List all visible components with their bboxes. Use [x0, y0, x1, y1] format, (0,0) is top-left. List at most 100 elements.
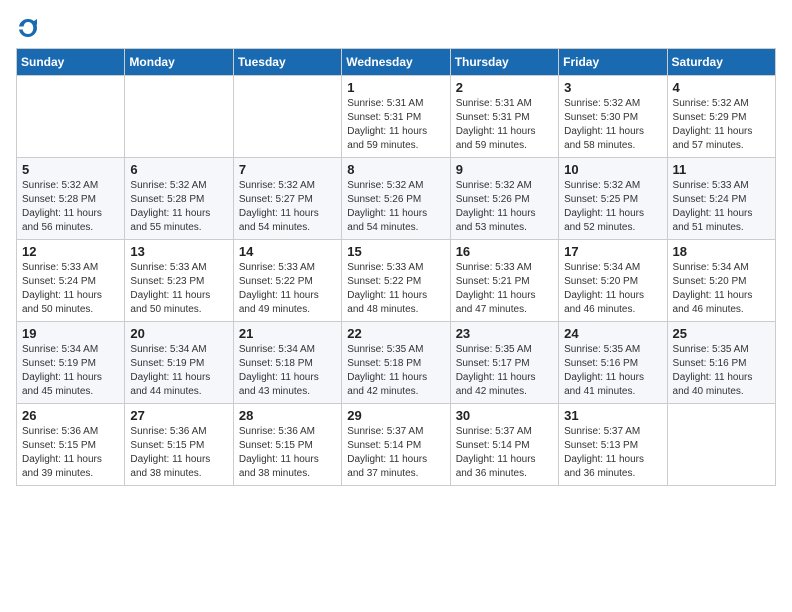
- calendar-cell: [17, 76, 125, 158]
- day-info: Sunrise: 5:34 AM Sunset: 5:18 PM Dayligh…: [239, 343, 336, 399]
- day-number: 22: [347, 326, 444, 341]
- calendar-table: SundayMondayTuesdayWednesdayThursdayFrid…: [16, 48, 776, 486]
- logo: [16, 16, 44, 40]
- day-info: Sunrise: 5:35 AM Sunset: 5:16 PM Dayligh…: [673, 343, 770, 399]
- day-number: 26: [22, 408, 119, 423]
- logo-icon: [16, 16, 40, 40]
- day-info: Sunrise: 5:35 AM Sunset: 5:18 PM Dayligh…: [347, 343, 444, 399]
- day-info: Sunrise: 5:36 AM Sunset: 5:15 PM Dayligh…: [239, 425, 336, 481]
- calendar-cell: 16Sunrise: 5:33 AM Sunset: 5:21 PM Dayli…: [450, 240, 558, 322]
- day-number: 9: [456, 162, 553, 177]
- col-header-sunday: Sunday: [17, 49, 125, 76]
- calendar-cell: 24 Sunrise: 5:35 AM Sunset: 5:16 PM Dayli…: [559, 322, 667, 404]
- calendar-cell: 13 Sunrise: 5:33 AM Sunset: 5:23 PM Dayli…: [125, 240, 233, 322]
- day-number: 13: [130, 244, 227, 259]
- day-info: Sunrise: 5:34 AM Sunset: 5:19 PM Dayligh…: [22, 343, 119, 399]
- day-info: Sunrise: 5:32 AM Sunset: 5:28 PM Dayligh…: [22, 179, 119, 235]
- day-info: Sunrise: 5:33 AM Sunset: 5:22 PM Dayligh…: [347, 261, 444, 317]
- day-number: 3: [564, 80, 661, 95]
- calendar-cell: 15 Sunrise: 5:33 AM Sunset: 5:22 PM Dayli…: [342, 240, 450, 322]
- calendar-cell: 12Sunrise: 5:33 AM Sunset: 5:24 PM Dayli…: [17, 240, 125, 322]
- day-number: 21: [239, 326, 336, 341]
- calendar-cell: 3 Sunrise: 5:32 AM Sunset: 5:30 PM Daylig…: [559, 76, 667, 158]
- calendar-cell: 31 Sunrise: 5:37 AM Sunset: 5:13 PM Dayli…: [559, 404, 667, 486]
- day-number: 2: [456, 80, 553, 95]
- header-row: SundayMondayTuesdayWednesdayThursdayFrid…: [17, 49, 776, 76]
- day-number: 18: [673, 244, 770, 259]
- calendar-cell: [233, 76, 341, 158]
- day-info: Sunrise: 5:33 AM Sunset: 5:24 PM Dayligh…: [22, 261, 119, 317]
- day-info: Sunrise: 5:37 AM Sunset: 5:14 PM Dayligh…: [456, 425, 553, 481]
- calendar-cell: 28 Sunrise: 5:36 AM Sunset: 5:15 PM Dayli…: [233, 404, 341, 486]
- day-number: 14: [239, 244, 336, 259]
- calendar-cell: 6 Sunrise: 5:32 AM Sunset: 5:28 PM Daylig…: [125, 158, 233, 240]
- calendar-cell: 7Sunrise: 5:32 AM Sunset: 5:27 PM Daylig…: [233, 158, 341, 240]
- day-info: Sunrise: 5:36 AM Sunset: 5:15 PM Dayligh…: [22, 425, 119, 481]
- calendar-cell: 1 Sunrise: 5:31 AM Sunset: 5:31 PM Daylig…: [342, 76, 450, 158]
- day-number: 28: [239, 408, 336, 423]
- col-header-wednesday: Wednesday: [342, 49, 450, 76]
- calendar-cell: 27 Sunrise: 5:36 AM Sunset: 5:15 PM Dayli…: [125, 404, 233, 486]
- calendar-cell: 29 Sunrise: 5:37 AM Sunset: 5:14 PM Dayli…: [342, 404, 450, 486]
- day-info: Sunrise: 5:35 AM Sunset: 5:16 PM Dayligh…: [564, 343, 661, 399]
- day-info: Sunrise: 5:32 AM Sunset: 5:26 PM Dayligh…: [347, 179, 444, 235]
- day-info: Sunrise: 5:34 AM Sunset: 5:19 PM Dayligh…: [130, 343, 227, 399]
- calendar-cell: 5Sunrise: 5:32 AM Sunset: 5:28 PM Daylig…: [17, 158, 125, 240]
- week-row-5: 26 Sunrise: 5:36 AM Sunset: 5:15 PM Dayli…: [17, 404, 776, 486]
- calendar-cell: 30 Sunrise: 5:37 AM Sunset: 5:14 PM Dayli…: [450, 404, 558, 486]
- day-info: Sunrise: 5:37 AM Sunset: 5:14 PM Dayligh…: [347, 425, 444, 481]
- day-info: Sunrise: 5:34 AM Sunset: 5:20 PM Dayligh…: [564, 261, 661, 317]
- day-number: 30: [456, 408, 553, 423]
- day-info: Sunrise: 5:33 AM Sunset: 5:21 PM Dayligh…: [456, 261, 553, 317]
- calendar-cell: 25 Sunrise: 5:35 AM Sunset: 5:16 PM Dayli…: [667, 322, 775, 404]
- calendar-cell: 10Sunrise: 5:32 AM Sunset: 5:25 PM Dayli…: [559, 158, 667, 240]
- day-number: 1: [347, 80, 444, 95]
- day-number: 24: [564, 326, 661, 341]
- calendar-cell: 9 Sunrise: 5:32 AM Sunset: 5:26 PM Daylig…: [450, 158, 558, 240]
- day-number: 17: [564, 244, 661, 259]
- day-number: 10: [564, 162, 661, 177]
- day-number: 31: [564, 408, 661, 423]
- day-number: 15: [347, 244, 444, 259]
- day-number: 19: [22, 326, 119, 341]
- calendar-cell: 26 Sunrise: 5:36 AM Sunset: 5:15 PM Dayli…: [17, 404, 125, 486]
- day-number: 4: [673, 80, 770, 95]
- day-info: Sunrise: 5:32 AM Sunset: 5:29 PM Dayligh…: [673, 97, 770, 153]
- day-number: 29: [347, 408, 444, 423]
- day-number: 20: [130, 326, 227, 341]
- calendar-cell: 18 Sunrise: 5:34 AM Sunset: 5:20 PM Dayli…: [667, 240, 775, 322]
- calendar-cell: 23Sunrise: 5:35 AM Sunset: 5:17 PM Dayli…: [450, 322, 558, 404]
- calendar-cell: [125, 76, 233, 158]
- day-number: 11: [673, 162, 770, 177]
- calendar-cell: 8Sunrise: 5:32 AM Sunset: 5:26 PM Daylig…: [342, 158, 450, 240]
- day-info: Sunrise: 5:33 AM Sunset: 5:23 PM Dayligh…: [130, 261, 227, 317]
- day-number: 23: [456, 326, 553, 341]
- calendar-cell: 4 Sunrise: 5:32 AM Sunset: 5:29 PM Daylig…: [667, 76, 775, 158]
- day-info: Sunrise: 5:37 AM Sunset: 5:13 PM Dayligh…: [564, 425, 661, 481]
- day-number: 25: [673, 326, 770, 341]
- day-info: Sunrise: 5:32 AM Sunset: 5:30 PM Dayligh…: [564, 97, 661, 153]
- col-header-friday: Friday: [559, 49, 667, 76]
- calendar-cell: 22 Sunrise: 5:35 AM Sunset: 5:18 PM Dayli…: [342, 322, 450, 404]
- day-number: 6: [130, 162, 227, 177]
- col-header-saturday: Saturday: [667, 49, 775, 76]
- day-info: Sunrise: 5:32 AM Sunset: 5:26 PM Dayligh…: [456, 179, 553, 235]
- day-info: Sunrise: 5:36 AM Sunset: 5:15 PM Dayligh…: [130, 425, 227, 481]
- day-info: Sunrise: 5:34 AM Sunset: 5:20 PM Dayligh…: [673, 261, 770, 317]
- calendar-cell: 17 Sunrise: 5:34 AM Sunset: 5:20 PM Dayli…: [559, 240, 667, 322]
- day-info: Sunrise: 5:32 AM Sunset: 5:28 PM Dayligh…: [130, 179, 227, 235]
- week-row-4: 19 Sunrise: 5:34 AM Sunset: 5:19 PM Dayli…: [17, 322, 776, 404]
- day-number: 27: [130, 408, 227, 423]
- col-header-thursday: Thursday: [450, 49, 558, 76]
- day-info: Sunrise: 5:31 AM Sunset: 5:31 PM Dayligh…: [456, 97, 553, 153]
- week-row-1: 1 Sunrise: 5:31 AM Sunset: 5:31 PM Daylig…: [17, 76, 776, 158]
- calendar-cell: 21 Sunrise: 5:34 AM Sunset: 5:18 PM Dayli…: [233, 322, 341, 404]
- day-info: Sunrise: 5:32 AM Sunset: 5:27 PM Dayligh…: [239, 179, 336, 235]
- calendar-cell: 11Sunrise: 5:33 AM Sunset: 5:24 PM Dayli…: [667, 158, 775, 240]
- week-row-3: 12Sunrise: 5:33 AM Sunset: 5:24 PM Dayli…: [17, 240, 776, 322]
- day-info: Sunrise: 5:31 AM Sunset: 5:31 PM Dayligh…: [347, 97, 444, 153]
- page-header: [16, 16, 776, 40]
- calendar-cell: 2 Sunrise: 5:31 AM Sunset: 5:31 PM Daylig…: [450, 76, 558, 158]
- calendar-cell: [667, 404, 775, 486]
- calendar-cell: 19 Sunrise: 5:34 AM Sunset: 5:19 PM Dayli…: [17, 322, 125, 404]
